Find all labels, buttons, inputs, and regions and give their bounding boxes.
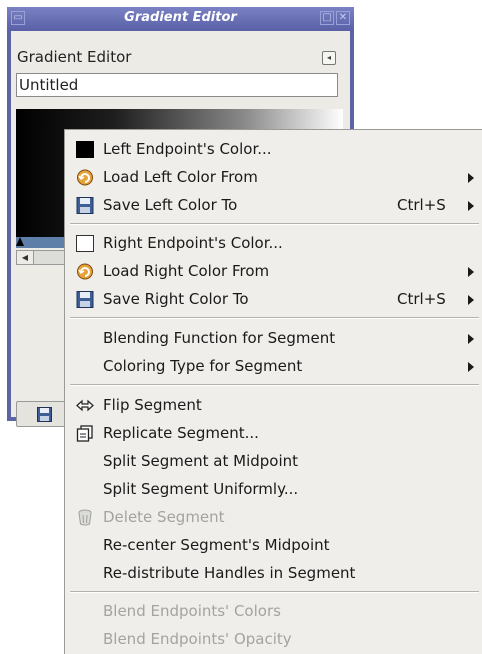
menu-item-label: Save Left Color To — [103, 196, 238, 214]
menu-item-recenter-midpoint[interactable]: Re-center Segment's Midpoint — [65, 532, 482, 558]
menu-item-label: Flip Segment — [103, 396, 202, 414]
submenu-arrow-icon — [468, 334, 474, 344]
submenu-arrow-icon — [468, 362, 474, 372]
gradient-name-input[interactable] — [16, 73, 338, 97]
submenu-arrow-icon — [468, 295, 474, 305]
save-icon — [76, 197, 94, 214]
menu-item-load-left-color[interactable]: Load Left Color From — [65, 164, 482, 190]
maximize-icon[interactable]: □ — [320, 11, 334, 25]
menu-item-label: Delete Segment — [103, 508, 225, 526]
menu-item-label: Blend Endpoints' Colors — [103, 602, 281, 620]
menu-separator — [70, 384, 479, 386]
scroll-left-icon[interactable]: ◀ — [17, 251, 34, 264]
trash-icon — [78, 509, 92, 526]
menu-separator — [70, 591, 479, 593]
replicate-icon — [76, 425, 93, 442]
panel-menu-button[interactable]: ◂ — [322, 51, 336, 65]
menu-item-label: Blend Endpoints' Opacity — [103, 630, 292, 648]
menu-item-split-uniformly[interactable]: Split Segment Uniformly... — [65, 476, 482, 502]
segment-context-menu: Left Endpoint's Color... Load Left Color… — [64, 129, 482, 654]
menu-item-label: Blending Function for Segment — [103, 329, 336, 347]
shortcut-label: Ctrl+S — [397, 290, 446, 308]
menu-item-left-endpoint-color[interactable]: Left Endpoint's Color... — [65, 136, 482, 162]
menu-item-flip-segment[interactable]: Flip Segment — [65, 392, 482, 418]
menu-separator — [70, 223, 479, 225]
menu-item-label: Re-distribute Handles in Segment — [103, 564, 356, 582]
menu-item-replicate-segment[interactable]: Replicate Segment... — [65, 420, 482, 446]
title-bar[interactable]: ▭ Gradient Editor □ ✕ — [7, 7, 354, 31]
close-icon[interactable]: ✕ — [336, 11, 350, 25]
menu-item-right-endpoint-color[interactable]: Right Endpoint's Color... — [65, 230, 482, 256]
black-swatch-icon — [76, 141, 94, 158]
menu-item-label: Replicate Segment... — [103, 424, 259, 442]
menu-item-label: Split Segment Uniformly... — [103, 480, 299, 498]
menu-item-blend-opacity[interactable]: Blend Endpoints' Opacity — [65, 626, 482, 652]
menu-item-delete-segment[interactable]: Delete Segment — [65, 504, 482, 530]
save-icon — [76, 291, 94, 308]
menu-item-load-right-color[interactable]: Load Right Color From — [65, 258, 482, 284]
menu-item-coloring-type[interactable]: Coloring Type for Segment — [65, 353, 482, 379]
window-title: Gradient Editor — [124, 10, 237, 25]
shortcut-label: Ctrl+S — [397, 196, 446, 214]
menu-item-label: Right Endpoint's Color... — [103, 234, 283, 252]
flip-icon — [76, 399, 94, 412]
load-icon — [77, 263, 93, 280]
submenu-arrow-icon — [468, 267, 474, 277]
left-handle-icon[interactable] — [16, 237, 24, 246]
menu-item-label: Save Right Color To — [103, 290, 249, 308]
menu-item-save-left-color[interactable]: Save Left Color To Ctrl+S — [65, 192, 482, 218]
menu-item-blend-colors[interactable]: Blend Endpoints' Colors — [65, 598, 482, 624]
menu-item-label: Load Right Color From — [103, 262, 270, 280]
menu-item-redistribute-handles[interactable]: Re-distribute Handles in Segment — [65, 560, 482, 586]
submenu-arrow-icon — [468, 173, 474, 183]
menu-item-blending-function[interactable]: Blending Function for Segment — [65, 325, 482, 351]
menu-item-label: Split Segment at Midpoint — [103, 452, 299, 470]
floppy-icon — [37, 407, 52, 422]
menu-item-split-midpoint[interactable]: Split Segment at Midpoint — [65, 448, 482, 474]
menu-item-label: Re-center Segment's Midpoint — [103, 536, 330, 554]
submenu-arrow-icon — [468, 201, 474, 211]
panel-label: Gradient Editor — [17, 48, 132, 66]
menu-item-save-right-color[interactable]: Save Right Color To Ctrl+S — [65, 286, 482, 312]
menu-item-label: Left Endpoint's Color... — [103, 140, 272, 158]
menu-item-label: Load Left Color From — [103, 168, 258, 186]
white-swatch-icon — [76, 235, 94, 252]
menu-separator — [70, 317, 479, 319]
menu-item-label: Coloring Type for Segment — [103, 357, 303, 375]
load-icon — [77, 169, 93, 186]
